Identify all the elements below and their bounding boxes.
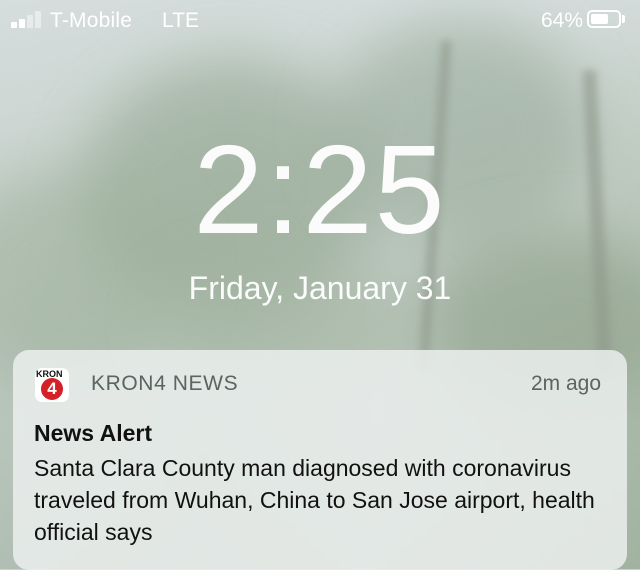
battery-percentage: 64% [540, 9, 583, 32]
kron4-app-icon: KRON 4 [35, 368, 69, 402]
status-bar: T-Mobile LTE 64% [0, 0, 640, 40]
notification-title: News Alert [34, 420, 153, 446]
app-icon-badge: 4 [41, 378, 63, 400]
notification-body: Santa Clara County man diagnosed with co… [34, 455, 595, 545]
lock-screen-time: 2:25 [193, 119, 447, 260]
carrier-name: T-Mobile [50, 9, 133, 32]
notification-header: KRON 4 KRON4 NEWS 2m ago [13, 350, 627, 420]
lock-screen-date: Friday, January 31 [188, 270, 452, 306]
battery-cap [622, 15, 625, 23]
battery-icon [587, 10, 621, 28]
notification-app-name: KRON4 NEWS [91, 372, 239, 395]
network-type: LTE [162, 9, 199, 32]
signal-icon [11, 10, 45, 28]
notification-timestamp: 2m ago [530, 372, 601, 395]
news-notification[interactable]: KRON 4 KRON4 NEWS 2m ago News Alert Sant… [13, 350, 627, 570]
